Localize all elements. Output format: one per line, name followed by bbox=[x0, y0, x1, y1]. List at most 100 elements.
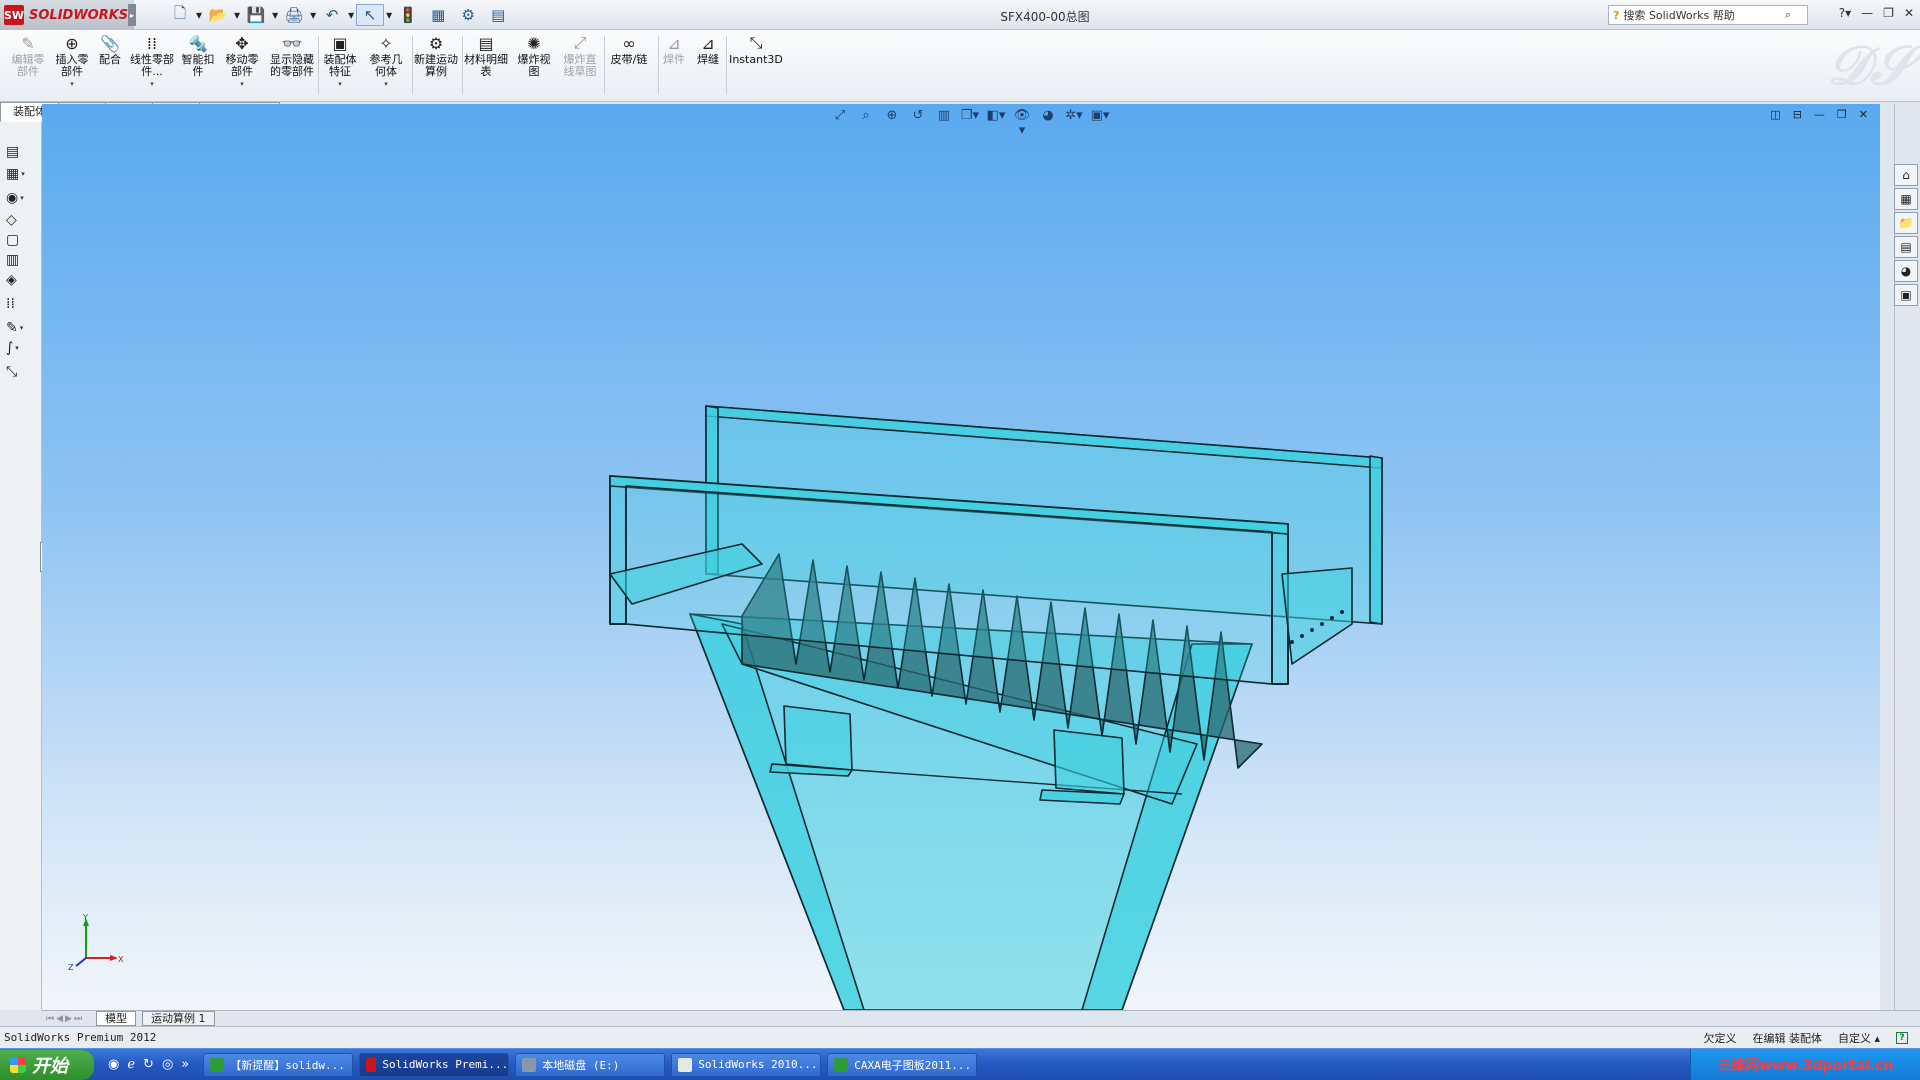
browser-icon[interactable]: ◎ bbox=[162, 1057, 173, 1072]
zoom-to-fit-icon[interactable]: ⤢ bbox=[830, 108, 850, 138]
support-bracket-left[interactable] bbox=[783, 705, 853, 771]
back-panel-right-post[interactable] bbox=[1369, 455, 1383, 625]
first-tab-icon[interactable]: ⏮ bbox=[46, 1014, 54, 1024]
display-style-icon[interactable]: ◧▾ bbox=[986, 108, 1006, 138]
split-vertical-icon[interactable]: ◫ bbox=[1770, 108, 1780, 121]
tab-model[interactable]: 模型 bbox=[96, 1011, 137, 1026]
assembly-model[interactable] bbox=[42, 104, 1880, 1010]
smart-fastener-button[interactable]: 🔩 智能扣件 bbox=[178, 32, 218, 98]
previous-view-icon[interactable]: ↺ bbox=[908, 108, 928, 138]
sketch-tool-icon[interactable]: ✎ ▾ bbox=[6, 318, 32, 338]
appearance-icon[interactable]: ◕ bbox=[1038, 108, 1058, 138]
quicklaunch-more-icon[interactable]: » bbox=[181, 1057, 189, 1072]
bolt-hole bbox=[1300, 634, 1304, 638]
linear-pattern-dropdown-icon[interactable]: ▾ bbox=[150, 80, 154, 88]
configuration-icon[interactable]: ◉ ▾ bbox=[6, 188, 32, 208]
taskbar-item[interactable]: 【新提醒】solidw... bbox=[203, 1052, 354, 1077]
instant3d-tool-icon[interactable]: ⤡ bbox=[6, 362, 32, 382]
ie-icon[interactable]: ℯ bbox=[127, 1057, 135, 1072]
tab-motion-study-1[interactable]: 运动算例 1 bbox=[142, 1011, 215, 1026]
belt-chain-button[interactable]: ∞ 皮带/链 bbox=[606, 32, 652, 98]
model-motion-tabs: ⏮ ◀ ▶ ⏭ 模型 运动算例 1 bbox=[42, 1010, 1920, 1026]
edit-component-icon: ✎ bbox=[21, 33, 35, 53]
view-palette-icon[interactable]: ▤ bbox=[1894, 236, 1918, 258]
insert-component-dropdown-icon[interactable]: ▾ bbox=[70, 80, 74, 88]
view-orientation-icon[interactable]: ❒▾ bbox=[960, 108, 980, 138]
prev-tab-icon[interactable]: ◀ bbox=[56, 1014, 63, 1024]
edit-component-button[interactable]: ✎ 编辑零部件 bbox=[8, 32, 48, 98]
media-player-icon[interactable]: ◉ bbox=[108, 1057, 119, 1072]
last-tab-icon[interactable]: ⏭ bbox=[74, 1014, 82, 1024]
taskbar-item[interactable]: SolidWorks 2010... bbox=[671, 1052, 822, 1077]
pattern-icon[interactable]: ⁞⁞ bbox=[6, 294, 32, 314]
property-manager-icon[interactable]: ▦ ▾ bbox=[6, 164, 32, 184]
graphics-viewport[interactable]: ⤢ ⌕ ⊕ ↺ ▥ ❒▾ ◧▾ 👁▾ ◕ ✲▾ ▣▾ ◫ ⊟ — ❐ ✕ Y X… bbox=[42, 104, 1880, 1010]
bill-of-materials-icon: ▤ bbox=[478, 33, 494, 53]
viewport-minimize-icon[interactable]: — bbox=[1814, 108, 1825, 121]
tab-scroll-arrows[interactable]: ⏮ ◀ ▶ ⏭ bbox=[46, 1014, 82, 1024]
restore-icon[interactable]: ❐ bbox=[1883, 6, 1894, 20]
zoom-in-icon[interactable]: ⊕ bbox=[882, 108, 902, 138]
exploded-view-button[interactable]: ✺ 爆炸视图 bbox=[514, 32, 554, 98]
refresh-icon[interactable]: ↻ bbox=[143, 1057, 154, 1072]
assembly-features-dropdown-icon[interactable]: ▾ bbox=[338, 80, 342, 88]
design-library-icon[interactable]: ▦ bbox=[1894, 188, 1918, 210]
exploded-view-icon: ✺ bbox=[527, 33, 541, 53]
bill-of-materials-button[interactable]: ▤ 材料明细表 bbox=[464, 32, 508, 98]
taskbar-item[interactable]: CAXA电子图板2011... bbox=[827, 1052, 978, 1077]
mate-button[interactable]: 📎 配合 bbox=[96, 32, 124, 98]
show-hidden-button[interactable]: 👓 显示隐藏的零部件 bbox=[270, 32, 314, 98]
instant3d-button[interactable]: ⤡ Instant3D bbox=[728, 32, 784, 98]
editing-status: 在编辑 装配体 bbox=[1752, 1031, 1822, 1045]
sheet-icon[interactable]: ▥ bbox=[6, 250, 32, 270]
help-icon[interactable]: ?▾ bbox=[1839, 6, 1851, 20]
display-manager-icon[interactable]: ▢ bbox=[6, 230, 32, 250]
right-end-box[interactable] bbox=[1281, 567, 1353, 665]
camera-icon[interactable]: ◈ bbox=[6, 270, 32, 290]
view-settings-icon[interactable]: ▣▾ bbox=[1090, 108, 1110, 138]
next-tab-icon[interactable]: ▶ bbox=[65, 1014, 72, 1024]
explode-line-sketch-button[interactable]: ⤢ 爆炸直线草图 bbox=[560, 32, 600, 98]
viewport-restore-icon[interactable]: ❐ bbox=[1837, 108, 1847, 121]
product-name: SolidWorks Premium 2012 bbox=[4, 1031, 157, 1044]
taskbar-item[interactable]: 本地磁盘 (E:) bbox=[515, 1052, 666, 1077]
belt-chain-label: 皮带/链 bbox=[610, 53, 648, 66]
support-bracket-right[interactable] bbox=[1053, 729, 1125, 795]
units-custom[interactable]: 自定义 ▴ bbox=[1838, 1030, 1880, 1046]
reference-geometry-label: 参考几何体 bbox=[369, 53, 403, 78]
status-help-icon[interactable]: ? bbox=[1896, 1031, 1908, 1044]
magnifier-icon[interactable]: ⌕ bbox=[1785, 8, 1791, 22]
weld-bead-button[interactable]: ⊿ 焊件 bbox=[660, 32, 688, 98]
scene-icon[interactable]: ✲▾ bbox=[1064, 108, 1084, 138]
section-view-icon[interactable]: ▥ bbox=[934, 108, 954, 138]
taskbar-app-icon bbox=[678, 1057, 693, 1072]
insert-component-icon: ⊕ bbox=[65, 33, 79, 53]
file-explorer-icon[interactable]: 📁 bbox=[1894, 212, 1918, 234]
move-component-button[interactable]: ✥ 移动零部件 ▾ bbox=[222, 32, 262, 98]
windows-taskbar: 开始 ◉ ℯ ↻ ◎ » 【新提醒】solidw... SolidWorks Pr… bbox=[0, 1048, 1920, 1080]
minimize-icon[interactable]: — bbox=[1861, 6, 1873, 20]
feature-tree-icon[interactable]: ▤ bbox=[6, 142, 32, 162]
start-button[interactable]: 开始 bbox=[0, 1049, 94, 1080]
reference-geometry-button[interactable]: ✧ 参考几何体 ▾ bbox=[366, 32, 406, 98]
appearances-icon[interactable]: ◕ bbox=[1894, 260, 1918, 282]
reference-geometry-dropdown-icon[interactable]: ▾ bbox=[384, 80, 388, 88]
linear-pattern-button[interactable]: ⁞⁞ 线性零部件... ▾ bbox=[130, 32, 174, 98]
heads-up-view-toolbar: ⤢ ⌕ ⊕ ↺ ▥ ❒▾ ◧▾ 👁▾ ◕ ✲▾ ▣▾ bbox=[830, 108, 1110, 138]
help-search-box[interactable]: ? 搜索 SolidWorks 帮助 ⌕ bbox=[1608, 5, 1808, 25]
resources-home-icon[interactable]: ⌂ bbox=[1894, 164, 1918, 186]
hide-show-icon[interactable]: 👁▾ bbox=[1012, 108, 1032, 138]
curve-tool-icon[interactable]: ∫ ▾ bbox=[6, 338, 32, 358]
zoom-area-icon[interactable]: ⌕ bbox=[856, 108, 876, 138]
new-motion-study-button[interactable]: ⚙ 新建运动算例 bbox=[414, 32, 458, 98]
weld-seam-button[interactable]: ⊿ 焊缝 bbox=[694, 32, 722, 98]
dimxpert-icon[interactable]: ◇ bbox=[6, 210, 32, 230]
assembly-features-button[interactable]: ▣ 装配体特征 ▾ bbox=[320, 32, 360, 98]
split-horizontal-icon[interactable]: ⊟ bbox=[1793, 108, 1802, 121]
move-component-dropdown-icon[interactable]: ▾ bbox=[240, 80, 244, 88]
close-icon[interactable]: ✕ bbox=[1904, 6, 1914, 20]
taskbar-item[interactable]: SolidWorks Premi... bbox=[359, 1052, 510, 1077]
insert-component-button[interactable]: ⊕ 插入零部件 ▾ bbox=[52, 32, 92, 98]
custom-properties-icon[interactable]: ▣ bbox=[1894, 284, 1918, 306]
viewport-close-icon[interactable]: ✕ bbox=[1859, 108, 1868, 121]
